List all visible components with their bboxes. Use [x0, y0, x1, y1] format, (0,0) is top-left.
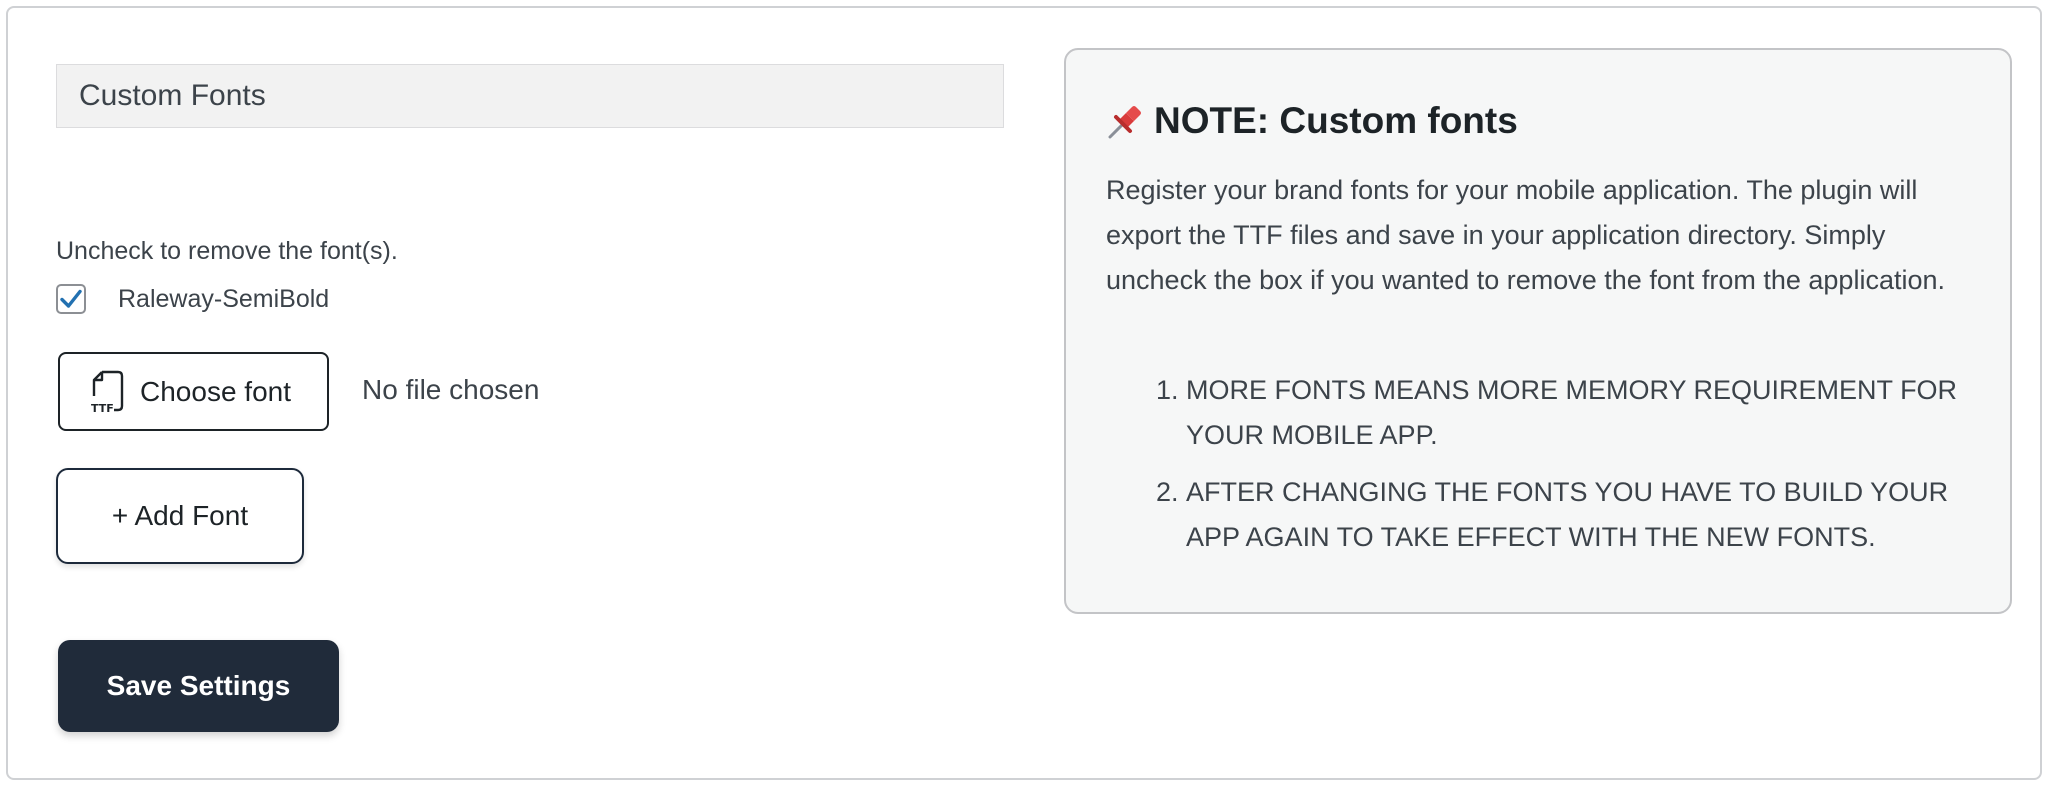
note-list-item: MORE FONTS MEANS MORE MEMORY REQUIREMENT…: [1186, 368, 1976, 458]
note-title-text: NOTE: Custom fonts: [1154, 100, 1518, 141]
choose-font-button[interactable]: TTF Choose font: [58, 352, 329, 431]
choose-font-label: Choose font: [140, 375, 291, 407]
pushpin-icon: [1108, 106, 1141, 139]
font-list-item: Raleway-SemiBold: [56, 284, 329, 314]
note-panel: NOTE: Custom fonts Register your brand f…: [1064, 48, 2012, 614]
ttf-file-icon: TTF: [91, 370, 124, 414]
checkmark-icon: [60, 289, 82, 308]
add-font-button[interactable]: + Add Font: [56, 468, 304, 564]
file-status: No file chosen: [362, 374, 540, 405]
note-title: NOTE: Custom fonts: [1106, 100, 1518, 142]
svg-text:TTF: TTF: [91, 402, 114, 414]
remove-font-hint: Uncheck to remove the font(s).: [56, 237, 398, 265]
settings-card: Custom Fonts Uncheck to remove the font(…: [6, 6, 2042, 780]
save-settings-button[interactable]: Save Settings: [58, 640, 339, 732]
note-description: Register your brand fonts for your mobil…: [1106, 175, 1945, 295]
note-list: MORE FONTS MEANS MORE MEMORY REQUIREMENT…: [1106, 368, 1976, 572]
note-list-item: AFTER CHANGING THE FONTS YOU HAVE TO BUI…: [1186, 470, 1976, 560]
section-header: Custom Fonts: [56, 64, 1004, 128]
section-title: Custom Fonts: [79, 79, 266, 112]
font-name: Raleway-SemiBold: [118, 284, 330, 313]
font-checkbox[interactable]: [56, 284, 86, 314]
